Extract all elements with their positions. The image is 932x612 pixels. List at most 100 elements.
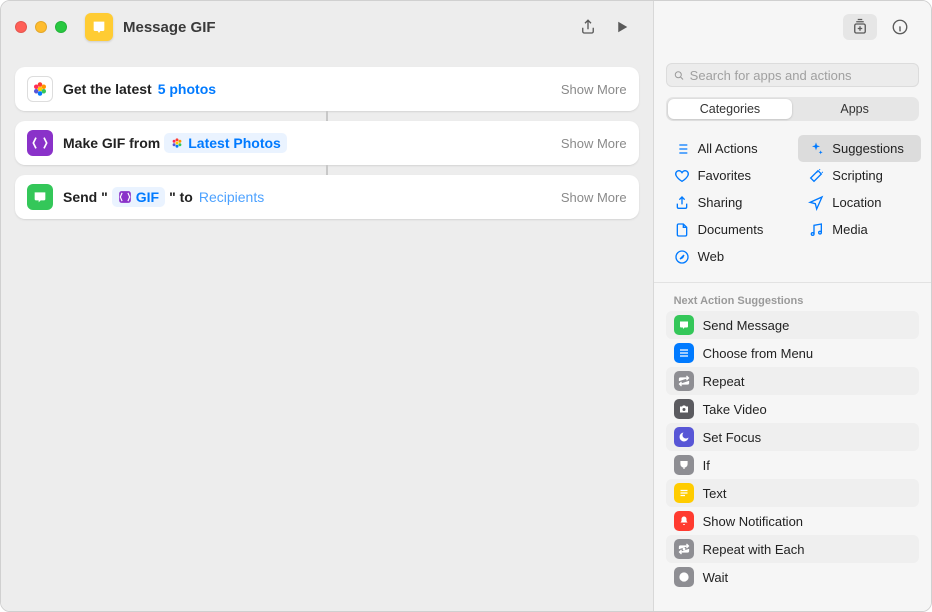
share-button[interactable]	[571, 14, 605, 40]
gif-mini-icon	[118, 190, 132, 204]
action-label: Get the latest 5 photos	[63, 81, 218, 97]
category-label: Sharing	[698, 195, 743, 210]
show-more-button[interactable]: Show More	[561, 190, 627, 205]
branch-icon	[674, 455, 694, 475]
heart-icon	[674, 168, 690, 184]
connector	[326, 165, 328, 175]
suggestion-label: Set Focus	[703, 430, 762, 445]
location-icon	[808, 195, 824, 211]
segment-apps[interactable]: Apps	[792, 99, 917, 119]
category-label: Scripting	[832, 168, 883, 183]
action-text-pre: Get the latest	[63, 81, 152, 97]
suggestion-repeat[interactable]: Repeat	[666, 367, 919, 395]
repeat-each-icon	[674, 539, 694, 559]
divider	[654, 282, 931, 283]
sparkle-icon	[808, 141, 824, 157]
run-button[interactable]	[605, 14, 639, 40]
action-send-message[interactable]: Send " GIF " to Recipients Show More	[15, 175, 639, 219]
bubble-icon	[674, 315, 694, 335]
suggestion-label: If	[703, 458, 710, 473]
traffic-lights	[15, 21, 67, 33]
suggestions-header: Next Action Suggestions	[654, 289, 931, 311]
gif-maker-icon	[27, 130, 53, 156]
toolbar: Message GIF	[1, 1, 653, 53]
workflow-area: Get the latest 5 photos Show More Make G…	[1, 53, 653, 611]
token-label: GIF	[136, 189, 159, 205]
photo-count-token[interactable]: 5 photos	[156, 81, 218, 97]
action-label: Send " GIF " to Recipients	[63, 187, 266, 207]
category-web[interactable]: Web	[664, 243, 787, 270]
category-label: Suggestions	[832, 141, 904, 156]
minimize-window-button[interactable]	[35, 21, 47, 33]
photos-icon	[27, 76, 53, 102]
main-pane: Message GIF Get the latest 5 photos Show…	[1, 1, 654, 611]
suggestion-label: Repeat	[703, 374, 745, 389]
window-title: Message GIF	[123, 19, 216, 36]
connector	[326, 111, 328, 121]
category-scripting[interactable]: Scripting	[798, 162, 921, 189]
category-suggestions[interactable]: Suggestions	[798, 135, 921, 162]
sidebar: Categories Apps All Actions Favorites Sh…	[654, 1, 931, 611]
wand-icon	[808, 168, 824, 184]
photos-mini-icon	[170, 136, 184, 150]
action-text-mid: " to	[169, 189, 193, 205]
suggestion-set-focus[interactable]: Set Focus	[666, 423, 919, 451]
suggestion-text[interactable]: Text	[666, 479, 919, 507]
category-label: Location	[832, 195, 881, 210]
text-icon	[674, 483, 694, 503]
suggestion-list: Send Message Choose from Menu Repeat Tak…	[654, 311, 931, 591]
search-icon	[673, 69, 685, 82]
category-label: Favorites	[698, 168, 751, 183]
suggestion-label: Take Video	[703, 402, 767, 417]
token-label: Latest Photos	[188, 135, 281, 151]
suggestion-choose-from-menu[interactable]: Choose from Menu	[666, 339, 919, 367]
segmented-control[interactable]: Categories Apps	[666, 97, 919, 121]
close-window-button[interactable]	[15, 21, 27, 33]
suggestion-wait[interactable]: Wait	[666, 563, 919, 591]
clock-icon	[674, 567, 694, 587]
suggestion-if[interactable]: If	[666, 451, 919, 479]
suggestion-take-video[interactable]: Take Video	[666, 395, 919, 423]
list-icon	[674, 141, 690, 157]
suggestion-label: Text	[703, 486, 727, 501]
bell-icon	[674, 511, 694, 531]
search-row	[654, 53, 931, 93]
search-input[interactable]	[690, 68, 912, 83]
info-button[interactable]	[883, 14, 917, 40]
action-make-gif[interactable]: Make GIF from Latest Photos Show More	[15, 121, 639, 165]
safari-icon	[674, 249, 690, 265]
menu-icon	[674, 343, 694, 363]
search-field[interactable]	[666, 63, 919, 87]
category-media[interactable]: Media	[798, 216, 921, 243]
suggestion-show-notification[interactable]: Show Notification	[666, 507, 919, 535]
show-more-button[interactable]: Show More	[561, 136, 627, 151]
gif-token[interactable]: GIF	[112, 187, 165, 207]
suggestion-repeat-with-each[interactable]: Repeat with Each	[666, 535, 919, 563]
category-label: Media	[832, 222, 867, 237]
suggestion-label: Repeat with Each	[703, 542, 805, 557]
suggestion-label: Choose from Menu	[703, 346, 814, 361]
segment-categories[interactable]: Categories	[668, 99, 793, 119]
categories-grid: All Actions Favorites Sharing Documents …	[654, 129, 931, 276]
action-get-latest-photos[interactable]: Get the latest 5 photos Show More	[15, 67, 639, 111]
messages-icon	[27, 184, 53, 210]
category-label: Documents	[698, 222, 764, 237]
suggestion-label: Show Notification	[703, 514, 803, 529]
library-button[interactable]	[843, 14, 877, 40]
sidebar-toolbar	[654, 1, 931, 53]
fullscreen-window-button[interactable]	[55, 21, 67, 33]
camera-icon	[674, 399, 694, 419]
category-favorites[interactable]: Favorites	[664, 162, 787, 189]
suggestion-send-message[interactable]: Send Message	[666, 311, 919, 339]
category-all-actions[interactable]: All Actions	[664, 135, 787, 162]
latest-photos-token[interactable]: Latest Photos	[164, 133, 287, 153]
category-sharing[interactable]: Sharing	[664, 189, 787, 216]
share-icon	[674, 195, 690, 211]
show-more-button[interactable]: Show More	[561, 82, 627, 97]
suggestion-label: Send Message	[703, 318, 790, 333]
category-documents[interactable]: Documents	[664, 216, 787, 243]
recipients-token[interactable]: Recipients	[197, 189, 266, 205]
category-location[interactable]: Location	[798, 189, 921, 216]
action-label: Make GIF from Latest Photos	[63, 133, 287, 153]
moon-icon	[674, 427, 694, 447]
